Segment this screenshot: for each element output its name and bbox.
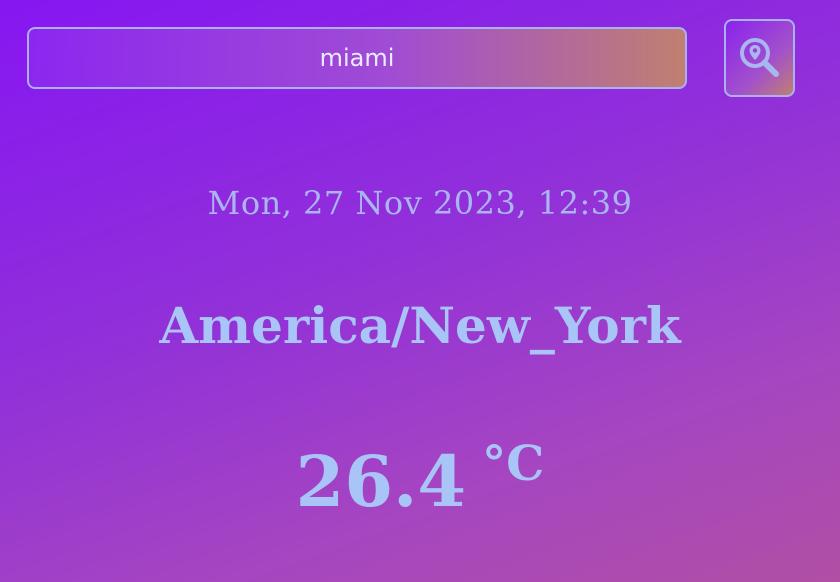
temperature-value: 26.4 [295, 440, 467, 523]
location-timezone: America/New_York [159, 296, 681, 355]
city-search-input[interactable] [27, 27, 687, 89]
current-datetime: Mon, 27 Nov 2023, 12:39 [207, 184, 633, 222]
location-search-icon [738, 36, 782, 80]
temperature-display: 26.4 °C [0, 436, 840, 523]
temperature-unit: °C [482, 436, 545, 492]
search-button[interactable] [724, 19, 795, 97]
